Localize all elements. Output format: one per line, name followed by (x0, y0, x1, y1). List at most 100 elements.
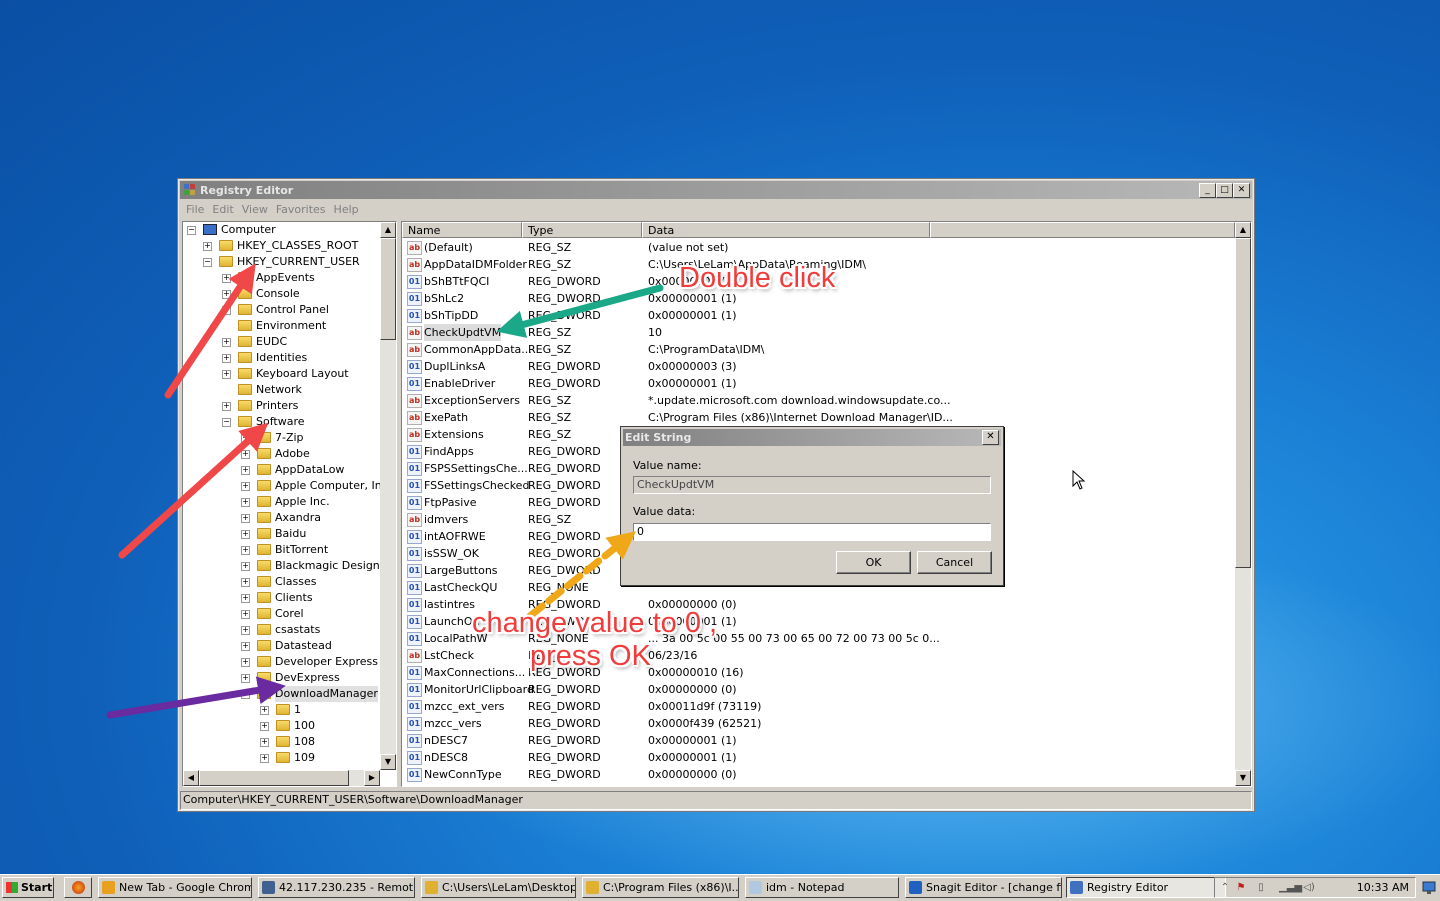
scroll-thumb[interactable] (1235, 238, 1251, 568)
folder-icon (257, 512, 271, 523)
title-bar[interactable]: Registry Editor _ □ ✕ (180, 181, 1252, 199)
expand-toggle[interactable]: − (222, 418, 231, 427)
tree-label: DevExpress (275, 671, 340, 684)
expand-toggle[interactable]: + (241, 578, 250, 587)
menu-edit[interactable]: Edit (208, 201, 237, 218)
expand-toggle[interactable]: + (241, 642, 250, 651)
minimize-button[interactable]: _ (1199, 183, 1216, 198)
value-type: REG_DWORD (528, 530, 601, 543)
string-value-icon: ab (407, 513, 422, 527)
expand-toggle[interactable]: + (222, 402, 231, 411)
value-name: DuplLinksA (424, 360, 486, 373)
value-type: REG_DWORD (528, 309, 601, 322)
expand-toggle[interactable]: + (241, 610, 250, 619)
scroll-right-button[interactable]: ▶ (364, 770, 380, 786)
taskbar-button-explorer-program-files[interactable]: C:\Program Files (x86)\I... (582, 877, 739, 898)
value-name: FSPSSettingsChe... (424, 462, 528, 475)
expand-toggle[interactable]: + (222, 290, 231, 299)
expand-toggle[interactable]: + (222, 338, 231, 347)
collapse-toggle[interactable]: − (187, 226, 196, 235)
expand-toggle[interactable]: + (241, 450, 250, 459)
scroll-down-button[interactable]: ▼ (1235, 770, 1251, 786)
h-scroll-thumb[interactable] (199, 770, 349, 786)
expand-toggle[interactable]: + (260, 738, 269, 747)
column-header-type[interactable]: Type (522, 222, 642, 238)
expand-toggle[interactable]: + (260, 706, 269, 715)
show-hidden-icons-icon[interactable]: ⌃ (1219, 882, 1231, 894)
expand-toggle[interactable]: + (241, 626, 250, 635)
column-header-name[interactable]: Name (402, 222, 522, 238)
expand-toggle[interactable]: + (203, 242, 212, 251)
expand-toggle[interactable]: + (241, 546, 250, 555)
volume-icon[interactable]: ◁) (1303, 882, 1315, 894)
value-type: REG_SZ (528, 428, 572, 441)
value-name: nDESC7 (424, 734, 469, 747)
scroll-down-button[interactable]: ▼ (380, 754, 396, 770)
expand-toggle[interactable]: + (241, 498, 250, 507)
expand-toggle[interactable]: + (241, 482, 250, 491)
tree-vertical-scrollbar[interactable]: ▲ ▼ (380, 222, 396, 770)
network-icon[interactable]: ▁▃▅ (1279, 882, 1302, 894)
value-data-input[interactable]: 0 (633, 523, 991, 541)
power-icon[interactable]: ▯ (1255, 882, 1267, 894)
expand-toggle[interactable]: + (241, 434, 250, 443)
scroll-left-button[interactable]: ◀ (183, 770, 199, 786)
menu-favorites[interactable]: Favorites (272, 201, 330, 218)
firefox-quicklaunch[interactable] (64, 877, 92, 898)
binary-value-icon: 01 (407, 530, 422, 544)
expand-toggle[interactable]: + (241, 466, 250, 475)
expand-toggle[interactable]: − (241, 690, 250, 699)
expand-toggle[interactable]: + (222, 306, 231, 315)
cancel-button[interactable]: Cancel (917, 551, 992, 574)
maximize-button[interactable]: □ (1216, 183, 1233, 198)
taskbar-button-remote-desktop[interactable]: 42.117.230.235 - Remot... (258, 877, 415, 898)
tree-label: Blackmagic Design (275, 559, 380, 572)
scroll-up-button[interactable]: ▲ (380, 222, 396, 238)
key-tree-pane[interactable]: − Computer + HKEY_CLASSES_ROOT − HKEY_CURRE… (182, 221, 397, 787)
expand-toggle[interactable]: + (241, 530, 250, 539)
expand-toggle[interactable]: + (241, 562, 250, 571)
expand-toggle[interactable]: + (260, 754, 269, 763)
mouse-cursor-icon (1072, 470, 1086, 490)
expand-toggle[interactable]: − (203, 258, 212, 267)
clock[interactable]: 10:33 AM (1357, 881, 1409, 894)
registry-editor-icon (1070, 881, 1083, 894)
taskbar-button-label: Snagit Editor - [change file] (926, 881, 1061, 894)
taskbar-button-label: C:\Program Files (x86)\I... (603, 881, 739, 894)
taskbar-button-registry-editor[interactable]: Registry Editor (1066, 877, 1226, 898)
start-button[interactable]: Start (2, 877, 54, 898)
expand-toggle[interactable]: + (222, 370, 231, 379)
close-button[interactable]: ✕ (1233, 183, 1250, 198)
scroll-thumb[interactable] (380, 238, 396, 340)
taskbar-button-notepad[interactable]: idm - Notepad (745, 877, 899, 898)
action-center-icon[interactable]: ⚑ (1235, 882, 1247, 894)
value-name: LastCheckQU (424, 581, 498, 594)
expand-toggle[interactable]: + (222, 354, 231, 363)
taskbar-button-snagit-editor[interactable]: Snagit Editor - [change file] (905, 877, 1062, 898)
value-name: EnableDriver (424, 377, 496, 390)
taskbar-button-chrome[interactable]: New Tab - Google Chrome (98, 877, 252, 898)
show-desktop-icon[interactable] (1420, 877, 1438, 898)
expand-toggle[interactable]: + (222, 274, 231, 283)
snagit-editor-icon (909, 881, 922, 894)
ok-button[interactable]: OK (836, 551, 911, 574)
expand-toggle[interactable]: + (241, 594, 250, 603)
expand-toggle[interactable]: + (241, 674, 250, 683)
column-header-data[interactable]: Data (642, 222, 930, 238)
folder-icon (238, 352, 252, 363)
values-vertical-scrollbar[interactable]: ▲ ▼ (1235, 222, 1251, 786)
expand-toggle[interactable]: + (241, 658, 250, 667)
tree-label: Control Panel (256, 303, 329, 316)
expand-toggle[interactable]: + (260, 722, 269, 731)
menu-help[interactable]: Help (330, 201, 363, 218)
value-name: ExePath (424, 411, 469, 424)
edit-string-dialog[interactable]: Edit String ✕ Value name: CheckUpdtVM Va… (620, 426, 1004, 586)
menu-view[interactable]: View (238, 201, 272, 218)
menu-file[interactable]: File (182, 201, 208, 218)
taskbar-button-explorer-desktop[interactable]: C:\Users\LeLam\Desktop... (421, 877, 576, 898)
scroll-up-button[interactable]: ▲ (1235, 222, 1251, 238)
expand-toggle[interactable]: + (241, 514, 250, 523)
tree-label: Printers (256, 399, 299, 412)
dialog-close-button[interactable]: ✕ (982, 430, 999, 445)
tree-horizontal-scrollbar[interactable]: ◀ ▶ (183, 770, 380, 786)
